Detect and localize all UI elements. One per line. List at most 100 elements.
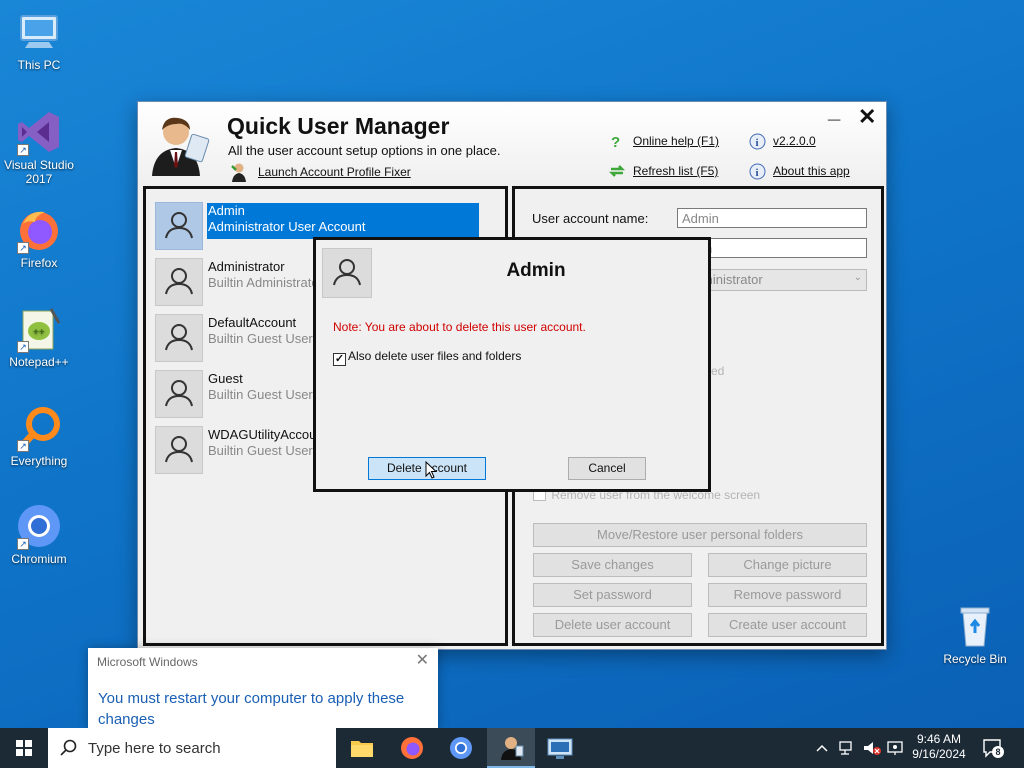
desktop-icon-label: Chromium (11, 552, 67, 566)
desktop-icon-recycle-bin[interactable]: Recycle Bin (936, 602, 1014, 666)
clock-time: 9:46 AM (916, 732, 962, 746)
notification-message: You must restart your computer to apply … (98, 690, 405, 728)
chromium-icon (450, 737, 472, 759)
visual-studio-icon: ↗ (15, 108, 63, 156)
dialog-warning-note: Note: You are about to delete this user … (333, 320, 586, 334)
volume-muted-icon[interactable] (862, 739, 882, 757)
taskbar: Type here to search 9:46 AM 9/16/2024 8 (0, 728, 1024, 768)
notepad-plus-plus-icon: ++ ↗ (15, 305, 63, 353)
shortcut-arrow-icon: ↗ (17, 341, 29, 353)
desktop-icon-label: Firefox (20, 256, 58, 270)
delete-account-dialog: Admin Note: You are about to delete this… (313, 237, 711, 492)
set-password-button[interactable]: Set password (533, 583, 692, 607)
firefox-icon: ↗ (15, 206, 63, 254)
refresh-icon (608, 162, 626, 180)
taskbar-remote-app[interactable] (536, 728, 584, 768)
dialog-title: Admin (506, 260, 566, 281)
desktop-icon-notepad-plus-plus[interactable]: ++ ↗ Notepad++ (0, 305, 78, 369)
desktop-icon-label: This PC (17, 58, 61, 72)
shortcut-arrow-icon: ↗ (17, 440, 29, 452)
delete-user-account-button[interactable]: Delete user account (533, 613, 692, 637)
taskbar-chromium[interactable] (437, 728, 485, 768)
account-name-label: User account name: (532, 211, 649, 226)
delete-files-label: Also delete user files and folders (348, 349, 522, 363)
desktop-icon-visual-studio[interactable]: ↗ Visual Studio 2017 (0, 108, 78, 186)
svg-text:i: i (756, 137, 759, 149)
shortcut-arrow-icon: ↗ (17, 538, 29, 550)
start-button[interactable] (0, 728, 48, 768)
desktop-icon-label: Recycle Bin (943, 652, 1007, 666)
app-header: Quick User Manager All the user account … (138, 98, 886, 186)
clock-date: 9/16/2024 (912, 747, 966, 761)
save-changes-button[interactable]: Save changes (533, 553, 692, 577)
desktop-icon-everything[interactable]: ↗ Everything (0, 404, 78, 468)
info-about-icon: i (749, 163, 766, 180)
quick-user-manager-icon (501, 737, 524, 760)
everything-search-icon: ↗ (15, 404, 63, 452)
notification-count-badge: 8 (992, 746, 1004, 758)
desktop-icon-label: Everything (10, 454, 68, 468)
refresh-list-link[interactable]: Refresh list (F5) (633, 164, 718, 178)
online-help-link[interactable]: Online help (F1) (633, 134, 719, 148)
user-avatar-icon (155, 258, 203, 306)
this-pc-icon (15, 8, 63, 56)
svg-text:i: i (756, 167, 759, 179)
chromium-icon: ↗ (15, 502, 63, 550)
taskbar-file-explorer[interactable] (338, 728, 386, 768)
desktop-icon-label: Visual Studio 2017 (4, 158, 74, 186)
account-name-input[interactable]: Admin (677, 208, 867, 228)
mouse-cursor-icon (425, 460, 438, 479)
chevron-down-icon: ⌄ (853, 272, 862, 283)
user-name: Admin (208, 203, 245, 218)
desktop-icon-firefox[interactable]: ↗ Firefox (0, 206, 78, 270)
file-explorer-icon (351, 741, 373, 757)
profile-fixer-icon (230, 162, 248, 182)
create-user-account-button[interactable]: Create user account (708, 613, 867, 637)
minimize-button[interactable]: _ (828, 98, 840, 124)
search-icon (60, 739, 77, 756)
firefox-icon (401, 737, 423, 759)
notification-center-icon[interactable]: 8 (982, 738, 1004, 758)
checkmark-icon: ✓ (333, 353, 346, 366)
taskbar-quick-user-manager[interactable] (487, 728, 535, 768)
windows-logo-icon (16, 740, 32, 756)
clock[interactable]: 9:46 AM 9/16/2024 (904, 732, 974, 762)
desktop-icon-this-pc[interactable]: This PC (0, 8, 78, 72)
help-question-icon: ? (610, 133, 624, 151)
svg-text:++: ++ (33, 327, 45, 338)
display-settings-icon[interactable] (886, 739, 904, 757)
user-avatar-icon (155, 314, 203, 362)
notification-app-name: Microsoft Windows (97, 655, 198, 669)
app-title: Quick User Manager (227, 113, 450, 139)
remote-desktop-icon (547, 738, 573, 759)
app-subtitle: All the user account setup options in on… (228, 143, 501, 158)
move-restore-folders-button[interactable]: Move/Restore user personal folders (533, 523, 867, 547)
desktop-icon-chromium[interactable]: ↗ Chromium (0, 502, 78, 566)
remove-password-button[interactable]: Remove password (708, 583, 867, 607)
faded-option-text: ed (711, 364, 725, 378)
user-description: Administrator User Account (208, 219, 366, 234)
taskbar-search-box[interactable]: Type here to search (48, 728, 336, 768)
chevron-up-icon[interactable] (814, 740, 830, 756)
about-app-link[interactable]: About this app (773, 164, 850, 178)
shortcut-arrow-icon: ↗ (17, 144, 29, 156)
delete-files-checkbox[interactable]: ✓ Also delete user files and folders (333, 349, 521, 366)
version-link[interactable]: v2.2.0.0 (773, 134, 816, 148)
notification-close-icon[interactable]: ✕ (416, 650, 429, 670)
taskbar-firefox[interactable] (388, 728, 436, 768)
restart-notification[interactable]: Microsoft Windows ✕ You must restart you… (88, 648, 438, 730)
change-picture-button[interactable]: Change picture (708, 553, 867, 577)
app-logo-icon (146, 110, 214, 176)
user-avatar-icon (155, 202, 203, 250)
info-version-icon: i (749, 133, 766, 150)
close-button[interactable]: ✕ (858, 104, 876, 130)
search-placeholder: Type here to search (88, 740, 221, 757)
svg-text:?: ? (611, 134, 620, 149)
user-avatar-icon (155, 426, 203, 474)
network-icon[interactable] (838, 739, 856, 757)
shortcut-arrow-icon: ↗ (17, 242, 29, 254)
desktop-icon-label: Notepad++ (9, 355, 69, 369)
cancel-button[interactable]: Cancel (568, 457, 646, 480)
launch-profile-fixer-link[interactable]: Launch Account Profile Fixer (258, 165, 411, 179)
user-avatar-icon (155, 370, 203, 418)
